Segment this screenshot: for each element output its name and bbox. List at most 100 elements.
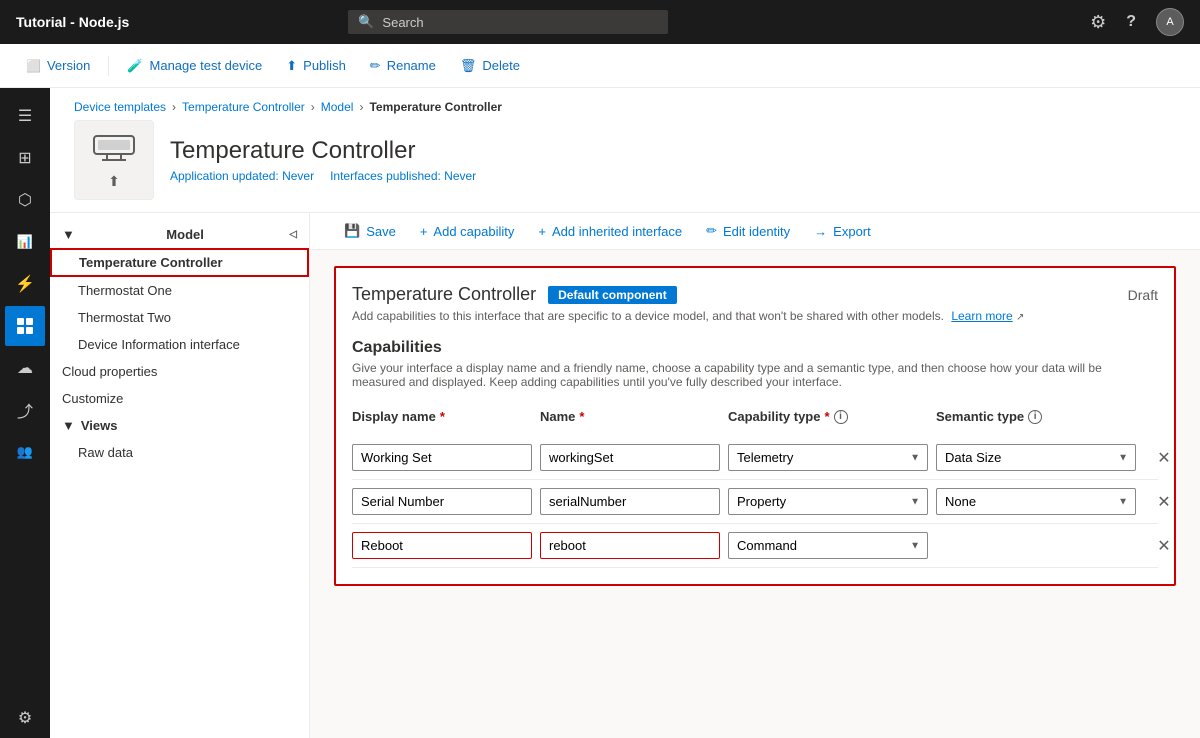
- nav-templates[interactable]: [5, 306, 45, 346]
- search-placeholder: Search: [382, 15, 423, 30]
- nav-rules[interactable]: ⚡: [5, 264, 45, 304]
- tree-item-cloud-properties[interactable]: Cloud properties: [50, 358, 309, 385]
- add-inherited-button[interactable]: + Add inherited interface: [528, 220, 692, 243]
- required-star-3: *: [824, 409, 829, 424]
- tree-item-thermostat-one[interactable]: Thermostat One: [50, 277, 309, 304]
- semantic-type-select-1[interactable]: Data Size None Temperature: [936, 444, 1136, 471]
- nav-cloud[interactable]: ☁: [5, 348, 45, 388]
- help-icon[interactable]: ?: [1126, 13, 1136, 31]
- display-name-input-2[interactable]: [352, 488, 532, 515]
- body-split: ▼ Model ◁ Temperature Controller Thermos…: [50, 213, 1200, 738]
- capability-type-select-2[interactable]: Telemetry Property Command: [728, 488, 928, 515]
- expand-row-3-button[interactable]: ▼: [1192, 538, 1200, 554]
- tree-sidebar: ▼ Model ◁ Temperature Controller Thermos…: [50, 213, 310, 738]
- draft-label: Draft: [1128, 287, 1158, 303]
- table-row: Telemetry Property Command ▼ None Data S…: [352, 480, 1158, 524]
- display-name-input-3[interactable]: [352, 532, 532, 559]
- tree-collapse-icon[interactable]: ◁: [289, 229, 297, 240]
- col-capability-type: Capability type * i: [728, 409, 928, 424]
- breadcrumb-current: Temperature Controller: [369, 100, 501, 114]
- nav-hamburger[interactable]: ☰: [5, 96, 45, 136]
- nav-bottom-settings[interactable]: ⚙: [5, 698, 45, 738]
- tree-item-raw-data[interactable]: Raw data: [50, 439, 309, 466]
- name-input-1[interactable]: [540, 444, 720, 471]
- nav-devices[interactable]: ⬡: [5, 180, 45, 220]
- rename-button[interactable]: ✏ Rename: [360, 54, 446, 78]
- toolbar-sep-1: [108, 56, 109, 76]
- nav-analytics[interactable]: 📊: [5, 222, 45, 262]
- manage-test-device-button[interactable]: 🧪 Manage test device: [117, 54, 272, 78]
- delete-button[interactable]: 🗑 Delete: [450, 54, 530, 78]
- tree-model-label: Model: [166, 227, 204, 242]
- semantic-type-select-2[interactable]: None Data Size Temperature: [936, 488, 1136, 515]
- tree-item-temperature-controller[interactable]: Temperature Controller: [50, 248, 309, 277]
- breadcrumb-sep-3: ›: [359, 100, 363, 114]
- capability-type-select-wrap-3: Telemetry Property Command ▼: [728, 532, 928, 559]
- topbar-icons: ⚙ ? A: [1090, 8, 1184, 36]
- add-inherited-icon: +: [538, 224, 546, 239]
- meta-interfaces: Interfaces published: Never: [330, 169, 476, 183]
- rename-icon: ✏: [370, 58, 381, 74]
- breadcrumb-template[interactable]: Temperature Controller: [182, 100, 305, 114]
- semantic-type-select-wrap-2: None Data Size Temperature ▼: [936, 488, 1136, 515]
- required-star-1: *: [440, 409, 445, 424]
- breadcrumb-device-templates[interactable]: Device templates: [74, 100, 166, 114]
- tree-views-chevron: ▼: [62, 418, 75, 433]
- export-button[interactable]: → Export: [804, 220, 881, 243]
- capabilities-title: Capabilities: [352, 339, 1158, 357]
- name-input-2[interactable]: [540, 488, 720, 515]
- breadcrumb-model[interactable]: Model: [321, 100, 354, 114]
- nav-dashboard[interactable]: ⊞: [5, 138, 45, 178]
- version-button[interactable]: ⬜ Version: [16, 54, 100, 77]
- capability-type-select-3[interactable]: Telemetry Property Command: [728, 532, 928, 559]
- add-capability-icon: +: [420, 224, 428, 239]
- content-area: Device templates › Temperature Controlle…: [50, 88, 1200, 738]
- meta-updated: Application updated: Never: [170, 169, 314, 183]
- expand-row-1-button[interactable]: ▼: [1192, 450, 1200, 466]
- version-icon: ⬜: [26, 59, 41, 73]
- action-toolbar: 💾 Save + Add capability + Add inherited …: [310, 213, 1200, 250]
- required-star-2: *: [579, 409, 584, 424]
- learn-more-link[interactable]: Learn more: [951, 309, 1012, 323]
- edit-icon: ✏: [706, 223, 717, 239]
- tree-item-thermostat-two[interactable]: Thermostat Two: [50, 304, 309, 331]
- edit-identity-button[interactable]: ✏ Edit identity: [696, 219, 800, 243]
- tree-item-device-information[interactable]: Device Information interface: [50, 331, 309, 358]
- tree-item-customize[interactable]: Customize: [50, 385, 309, 412]
- left-nav: ☰ ⊞ ⬡ 📊 ⚡ ☁ ⤴ 👥 ⚙: [0, 88, 50, 738]
- display-name-input-1[interactable]: [352, 444, 532, 471]
- remove-row-1-button[interactable]: ✕: [1144, 448, 1184, 468]
- capability-type-select-wrap-2: Telemetry Property Command ▼: [728, 488, 928, 515]
- page-header: Device templates › Temperature Controlle…: [50, 88, 1200, 213]
- search-bar[interactable]: 🔍 Search: [348, 10, 668, 34]
- tree-model-header[interactable]: ▼ Model ◁: [50, 221, 309, 248]
- settings-icon[interactable]: ⚙: [1090, 12, 1106, 33]
- publish-button[interactable]: ⬆ Publish: [276, 54, 356, 78]
- nav-users[interactable]: 👥: [5, 432, 45, 472]
- semantic-type-info-icon[interactable]: i: [1028, 410, 1042, 424]
- remove-row-2-button[interactable]: ✕: [1144, 492, 1184, 512]
- external-link-icon: ↗: [1016, 312, 1024, 323]
- save-icon: 💾: [344, 223, 360, 239]
- add-capability-button[interactable]: + Add capability: [410, 220, 525, 243]
- search-icon: 🔍: [358, 14, 374, 30]
- nav-export[interactable]: ⤴: [5, 390, 45, 430]
- capability-type-select-1[interactable]: Telemetry Property Command: [728, 444, 928, 471]
- capability-type-select-wrap-1: Telemetry Property Command ▼: [728, 444, 928, 471]
- name-input-3[interactable]: [540, 532, 720, 559]
- app-title: Tutorial - Node.js: [16, 14, 129, 30]
- table-row: Telemetry Property Command ▼ Data Size N…: [352, 436, 1158, 480]
- save-button[interactable]: 💾 Save: [334, 219, 406, 243]
- remove-row-3-button[interactable]: ✕: [1144, 536, 1184, 556]
- delete-icon: 🗑: [460, 58, 477, 74]
- tree-views-header[interactable]: ▼ Views: [50, 412, 309, 439]
- avatar[interactable]: A: [1156, 8, 1184, 36]
- capabilities-description: Give your interface a display name and a…: [352, 361, 1158, 389]
- breadcrumb-sep-2: ›: [311, 100, 315, 114]
- capability-type-info-icon[interactable]: i: [834, 410, 848, 424]
- breadcrumb-sep-1: ›: [172, 100, 176, 114]
- main-toolbar: ⬜ Version 🧪 Manage test device ⬆ Publish…: [0, 44, 1200, 88]
- capabilities-table-header: Display name * Name * Capability type * …: [352, 405, 1158, 428]
- component-description: Add capabilities to this interface that …: [352, 309, 1158, 323]
- expand-row-2-button[interactable]: ▼: [1192, 494, 1200, 510]
